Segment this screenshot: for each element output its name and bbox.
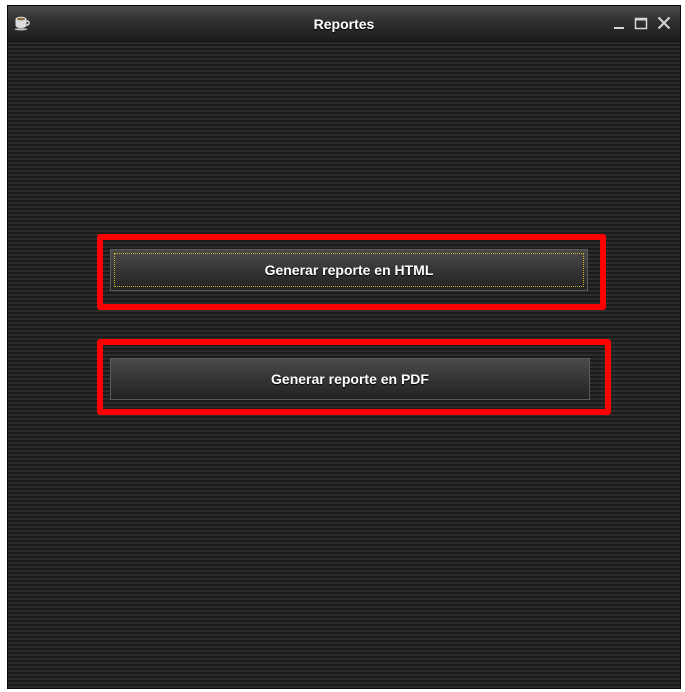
- generate-html-report-label: Generar reporte en HTML: [264, 262, 434, 278]
- close-icon[interactable]: [655, 14, 673, 32]
- generate-html-report-button[interactable]: Generar reporte en HTML: [110, 249, 588, 291]
- generate-pdf-report-label: Generar reporte en PDF: [271, 371, 429, 387]
- minimize-icon[interactable]: [610, 14, 628, 32]
- generate-pdf-report-button[interactable]: Generar reporte en PDF: [110, 358, 590, 400]
- title-bar[interactable]: Reportes: [8, 6, 680, 42]
- window-title: Reportes: [313, 16, 375, 32]
- reportes-window: Reportes Generar reporte en HTML Generar…: [7, 5, 681, 689]
- window-content: Generar reporte en HTML Generar reporte …: [8, 42, 680, 688]
- maximize-icon[interactable]: [632, 14, 650, 32]
